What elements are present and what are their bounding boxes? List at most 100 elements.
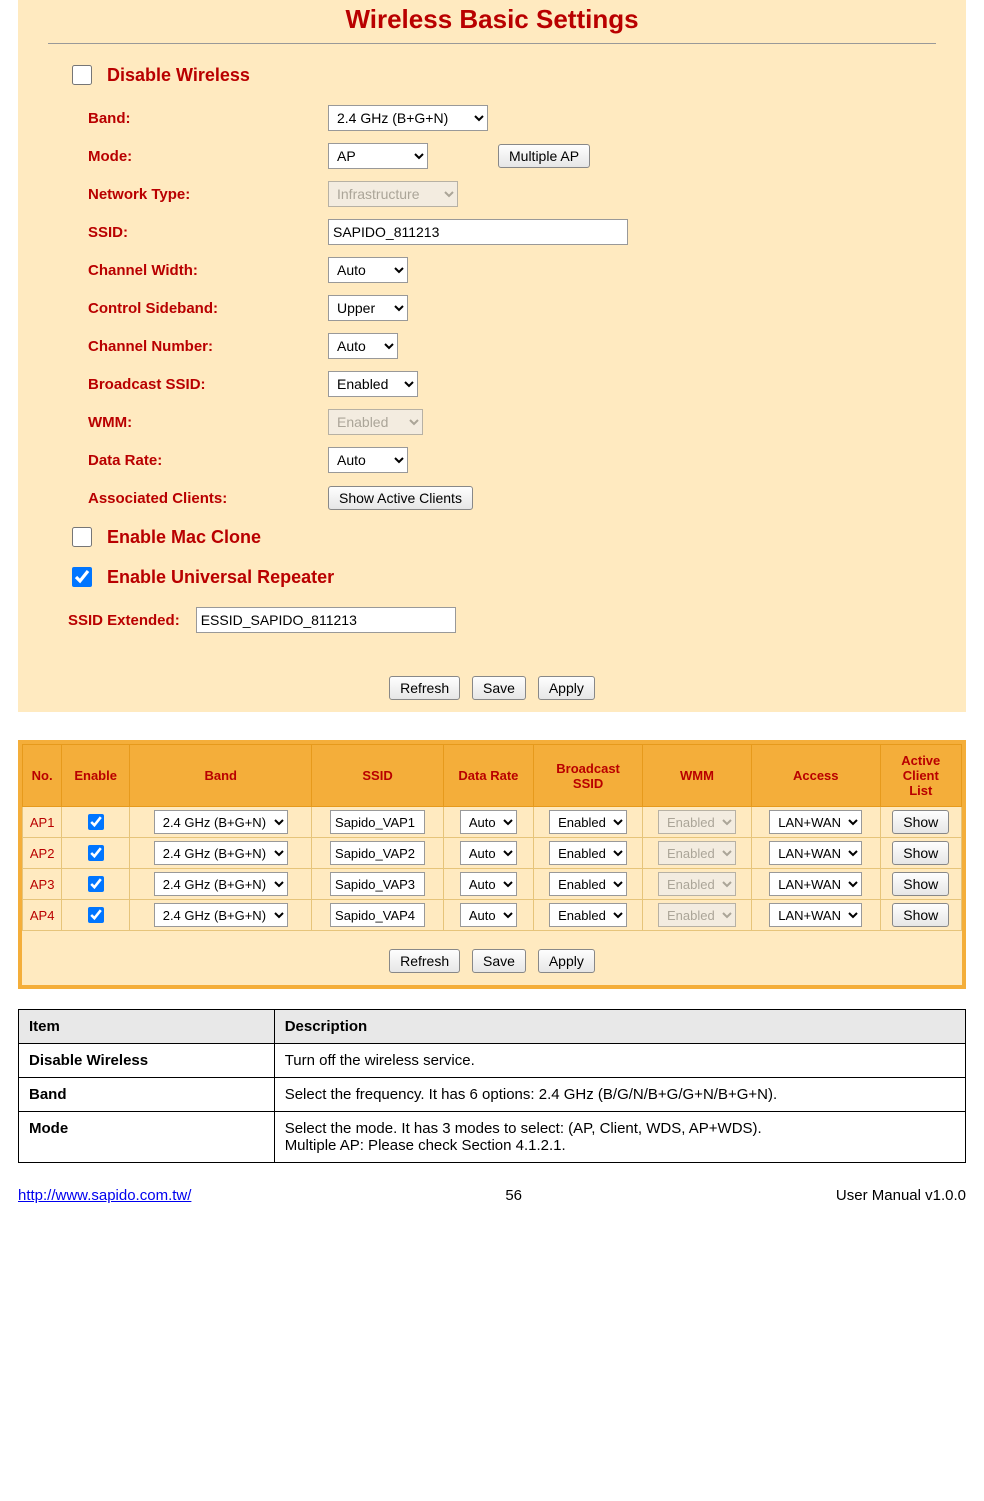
vap-enable-checkbox[interactable] [88,907,104,923]
refresh-button[interactable]: Refresh [389,676,460,700]
vap-header-active-client: Active Client List [880,745,961,807]
wireless-settings-panel: Wireless Basic Settings Disable Wireless… [18,0,966,712]
desc-text: Turn off the wireless service. [274,1044,965,1078]
wmm-label: WMM: [68,414,328,431]
vap-band-select[interactable]: 2.4 GHz (B+G+N) [154,810,288,834]
vap-row: AP42.4 GHz (B+G+N)AutoEnabledEnabledLAN+… [23,900,962,931]
vap-enable-checkbox[interactable] [88,814,104,830]
footer-url[interactable]: http://www.sapido.com.tw/ [18,1187,191,1204]
vap-enable-checkbox[interactable] [88,845,104,861]
vap-band-select[interactable]: 2.4 GHz (B+G+N) [154,872,288,896]
vap-access-select[interactable]: LAN+WAN [769,841,862,865]
vap-enable-checkbox[interactable] [88,876,104,892]
version-text: User Manual v1.0.0 [836,1187,966,1204]
desc-item: Band [19,1078,275,1112]
vap-show-button[interactable]: Show [892,810,949,834]
channel-width-select[interactable]: Auto [328,257,408,283]
vap-broadcast-select[interactable]: Enabled [549,903,627,927]
broadcast-ssid-label: Broadcast SSID: [68,376,328,393]
vap-show-button[interactable]: Show [892,841,949,865]
network-type-label: Network Type: [68,186,328,203]
vap-broadcast-select[interactable]: Enabled [549,872,627,896]
enable-mac-clone-checkbox[interactable] [72,527,92,547]
desc-item: Mode [19,1112,275,1163]
vap-access-select[interactable]: LAN+WAN [769,810,862,834]
vap-apply-button[interactable]: Apply [538,949,595,973]
desc-header-item: Item [19,1010,275,1044]
vap-access-select[interactable]: LAN+WAN [769,872,862,896]
disable-wireless-label: Disable Wireless [107,65,250,86]
enable-universal-repeater-checkbox[interactable] [72,567,92,587]
description-table: Item Description Disable WirelessTurn of… [18,1009,966,1163]
mode-label: Mode: [68,148,328,165]
save-button[interactable]: Save [472,676,526,700]
vap-ssid-input[interactable] [330,841,425,865]
vap-row: AP22.4 GHz (B+G+N)AutoEnabledEnabledLAN+… [23,838,962,869]
apply-button[interactable]: Apply [538,676,595,700]
band-select[interactable]: 2.4 GHz (B+G+N) [328,105,488,131]
control-sideband-select[interactable]: Upper [328,295,408,321]
disable-wireless-checkbox[interactable] [72,65,92,85]
vap-header-access: Access [751,745,880,807]
desc-row: BandSelect the frequency. It has 6 optio… [19,1078,966,1112]
vap-table: No. Enable Band SSID Data Rate Broadcast… [22,744,962,931]
data-rate-select[interactable]: Auto [328,447,408,473]
vap-row: AP12.4 GHz (B+G+N)AutoEnabledEnabledLAN+… [23,807,962,838]
vap-save-button[interactable]: Save [472,949,526,973]
channel-number-label: Channel Number: [68,338,328,355]
vap-band-select[interactable]: 2.4 GHz (B+G+N) [154,903,288,927]
vap-panel: No. Enable Band SSID Data Rate Broadcast… [18,740,966,989]
vap-row: AP32.4 GHz (B+G+N)AutoEnabledEnabledLAN+… [23,869,962,900]
vap-access-select[interactable]: LAN+WAN [769,903,862,927]
vap-show-button[interactable]: Show [892,872,949,896]
vap-refresh-button[interactable]: Refresh [389,949,460,973]
vap-no: AP4 [23,900,62,931]
page-footer: http://www.sapido.com.tw/ 56 User Manual… [18,1187,966,1204]
vap-ssid-input[interactable] [330,903,425,927]
ssid-extended-label: SSID Extended: [68,612,180,629]
enable-mac-clone-label: Enable Mac Clone [107,527,261,548]
ssid-extended-input[interactable] [196,607,456,633]
mode-select[interactable]: AP [328,143,428,169]
vap-wmm-select: Enabled [658,841,736,865]
enable-universal-repeater-label: Enable Universal Repeater [107,567,334,588]
vap-rate-select[interactable]: Auto [460,841,517,865]
desc-header-desc: Description [274,1010,965,1044]
vap-ssid-input[interactable] [330,872,425,896]
vap-rate-select[interactable]: Auto [460,810,517,834]
vap-rate-select[interactable]: Auto [460,872,517,896]
vap-header-band: Band [130,745,312,807]
vap-band-select[interactable]: 2.4 GHz (B+G+N) [154,841,288,865]
vap-wmm-select: Enabled [658,810,736,834]
vap-ssid-input[interactable] [330,810,425,834]
page-number: 56 [191,1187,836,1204]
ssid-input[interactable] [328,219,628,245]
desc-text: Select the frequency. It has 6 options: … [274,1078,965,1112]
vap-header-enable: Enable [62,745,130,807]
network-type-select: Infrastructure [328,181,458,207]
desc-row: Disable WirelessTurn off the wireless se… [19,1044,966,1078]
broadcast-ssid-select[interactable]: Enabled [328,371,418,397]
wmm-select: Enabled [328,409,423,435]
data-rate-label: Data Rate: [68,452,328,469]
vap-header-broadcast-ssid: Broadcast SSID [534,745,643,807]
vap-broadcast-select[interactable]: Enabled [549,841,627,865]
desc-item: Disable Wireless [19,1044,275,1078]
vap-rate-select[interactable]: Auto [460,903,517,927]
form-button-row: Refresh Save Apply [18,658,966,712]
vap-header-ssid: SSID [312,745,443,807]
ssid-label: SSID: [68,224,328,241]
channel-number-select[interactable]: Auto [328,333,398,359]
vap-header-data-rate: Data Rate [443,745,534,807]
divider [48,43,936,44]
associated-clients-label: Associated Clients: [68,490,328,507]
show-active-clients-button[interactable]: Show Active Clients [328,486,473,510]
page-title: Wireless Basic Settings [48,0,936,43]
vap-no: AP3 [23,869,62,900]
vap-show-button[interactable]: Show [892,903,949,927]
desc-text: Select the mode. It has 3 modes to selec… [274,1112,965,1163]
vap-header-wmm: WMM [643,745,752,807]
multiple-ap-button[interactable]: Multiple AP [498,144,590,168]
vap-broadcast-select[interactable]: Enabled [549,810,627,834]
control-sideband-label: Control Sideband: [68,300,328,317]
